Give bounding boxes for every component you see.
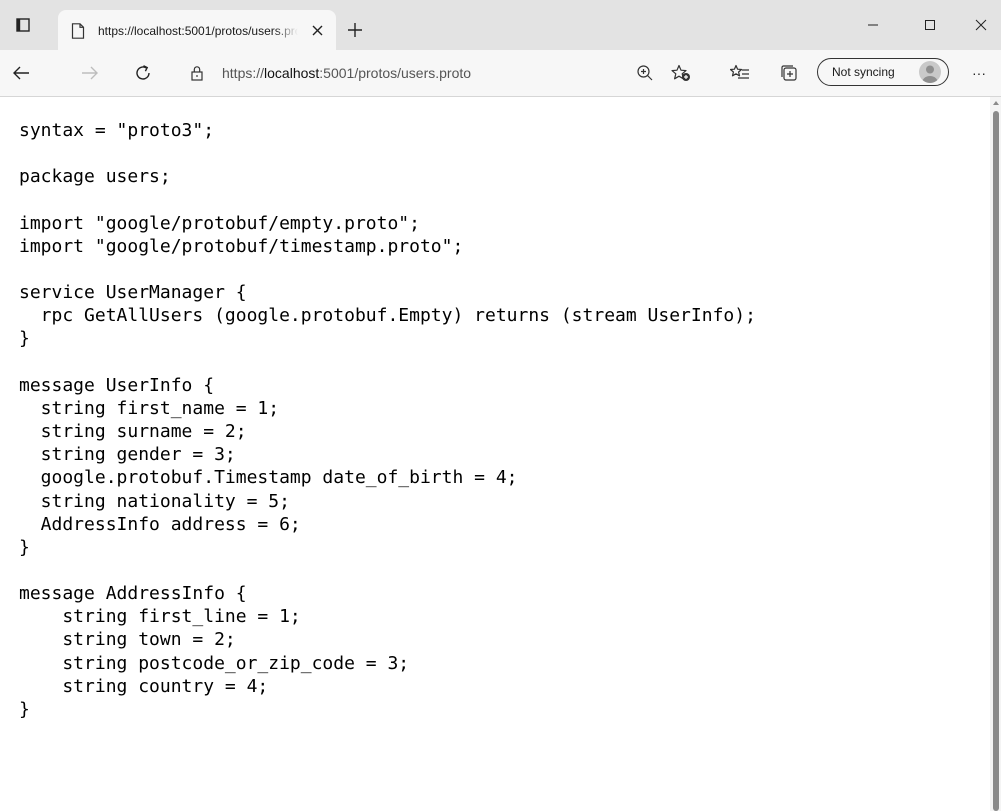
code-line: string postcode_or_zip_code = 3; — [19, 652, 410, 674]
code-line: string town = 2; — [19, 629, 236, 651]
code-line: message UserInfo { — [19, 374, 215, 396]
plus-icon — [348, 23, 362, 37]
tab-strip: https://localhost:5001/protos/users.prot… — [0, 0, 1001, 50]
favorites-button[interactable] — [729, 62, 751, 84]
code-line: package users; — [19, 166, 171, 188]
code-line: } — [19, 536, 30, 558]
code-line: syntax = "proto3"; — [19, 120, 215, 141]
url-path: :5001/protos/users.proto — [319, 65, 472, 81]
back-arrow-icon — [13, 66, 29, 80]
code-line: string surname = 2; — [19, 421, 247, 443]
tab-title: https://localhost:5001/protos/users.prot… — [98, 24, 298, 38]
vertical-scrollbar[interactable] — [990, 97, 1001, 811]
settings-menu-button[interactable]: ··· — [968, 62, 990, 84]
more-icon: ··· — [972, 65, 986, 81]
code-line: string nationality = 5; — [19, 490, 290, 512]
code-line: AddressInfo address = 6; — [19, 513, 301, 535]
code-line: string country = 4; — [19, 675, 269, 697]
window-close-icon — [975, 19, 987, 31]
browser-tab[interactable]: https://localhost:5001/protos/users.prot… — [58, 10, 336, 50]
code-line: import "google/protobuf/empty.proto"; — [19, 212, 420, 234]
code-line: import "google/protobuf/timestamp.proto"… — [19, 235, 464, 257]
lock-icon[interactable] — [190, 65, 204, 81]
profile-sync-button[interactable]: Not syncing — [817, 58, 949, 86]
minimize-button[interactable] — [858, 14, 888, 36]
scroll-up-icon[interactable] — [993, 101, 999, 105]
code-line: rpc GetAllUsers (google.protobuf.Empty) … — [19, 305, 756, 327]
browser-toolbar: https://localhost:5001/protos/users.prot… — [0, 50, 1001, 97]
refresh-icon — [136, 65, 150, 80]
code-line: message AddressInfo { — [19, 583, 247, 605]
back-button[interactable] — [10, 62, 32, 84]
forward-button[interactable] — [79, 62, 101, 84]
tab-actions-icon[interactable] — [14, 16, 32, 34]
address-bar[interactable]: https://localhost:5001/protos/users.prot… — [172, 58, 802, 88]
collections-icon — [781, 65, 797, 81]
zoom-in-icon — [637, 65, 653, 81]
collections-button[interactable] — [778, 62, 800, 84]
window-close-button[interactable] — [966, 14, 996, 36]
code-line: } — [19, 698, 30, 720]
favorites-list-icon — [730, 64, 749, 79]
refresh-button[interactable] — [132, 62, 154, 84]
code-line: google.protobuf.Timestamp date_of_birth … — [19, 467, 518, 489]
zoom-button[interactable] — [634, 62, 656, 84]
tab-close-icon[interactable] — [308, 21, 326, 39]
maximize-icon — [925, 20, 935, 30]
avatar — [919, 61, 941, 83]
proto-file-text: syntax = "proto3"; package users; import… — [19, 119, 756, 721]
star-add-icon — [671, 64, 690, 81]
code-line: string first_line = 1; — [19, 606, 301, 628]
scrollbar-thumb[interactable] — [993, 111, 999, 811]
url-prefix: https:// — [222, 65, 265, 81]
code-line: service UserManager { — [19, 282, 247, 304]
maximize-button[interactable] — [915, 14, 945, 36]
url-text: https://localhost:5001/protos/users.prot… — [222, 64, 471, 82]
code-line: string first_name = 1; — [19, 397, 280, 419]
forward-arrow-icon — [82, 66, 98, 80]
new-tab-button[interactable] — [344, 19, 366, 41]
code-line: } — [19, 328, 30, 350]
add-favorite-button[interactable] — [670, 62, 692, 84]
sync-status-label: Not syncing — [832, 65, 895, 79]
url-host: localhost — [264, 65, 320, 81]
page-icon — [71, 23, 85, 39]
minimize-icon — [868, 24, 878, 26]
code-line: string gender = 3; — [19, 444, 236, 466]
page-content: syntax = "proto3"; package users; import… — [0, 97, 990, 811]
